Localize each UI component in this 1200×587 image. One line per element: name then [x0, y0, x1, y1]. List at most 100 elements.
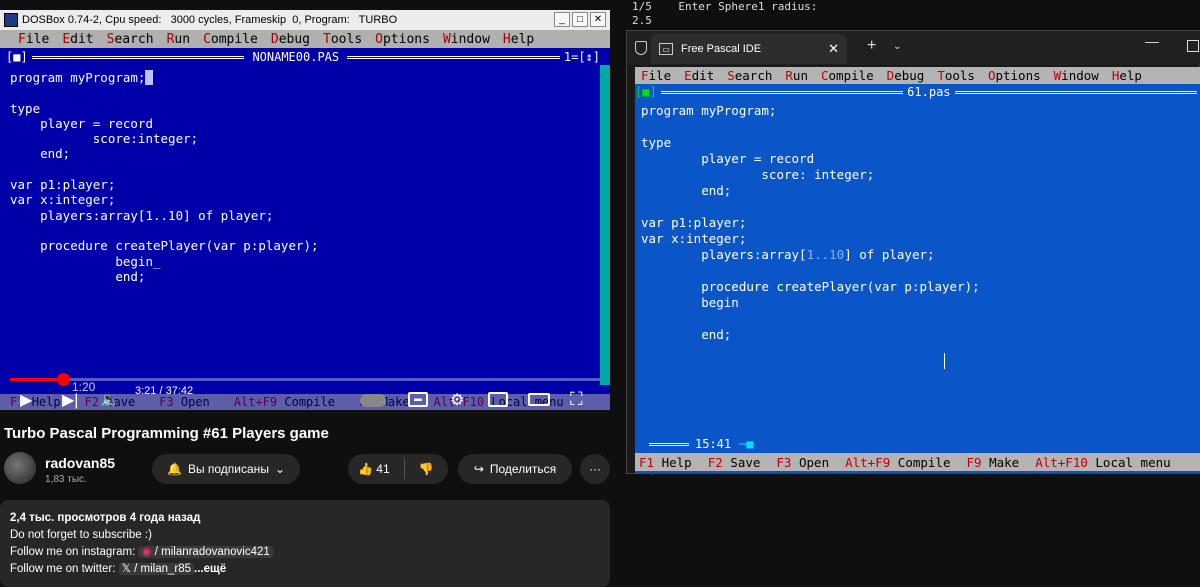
partial-timestamp: 1:20 — [72, 380, 96, 394]
tp-cursor — [145, 70, 153, 85]
close-tab-icon[interactable]: ✕ — [828, 41, 839, 57]
instagram-link[interactable]: ◉ / milanradovanovic421 — [138, 546, 273, 558]
fp-editor-bottom-frame: 15:41 ─■ — [635, 437, 1200, 451]
volume-icon[interactable]: 🔈 — [100, 390, 120, 410]
status-item[interactable]: Alt+F10 Local menu — [1035, 455, 1170, 470]
code-line: score: integer; — [641, 167, 875, 182]
minimize-icon: _ — [554, 12, 570, 27]
fp-menu-options[interactable]: Options — [988, 68, 1041, 83]
tp-menu-options: Options — [375, 31, 430, 47]
subscribed-button[interactable]: 🔔 Вы подписаны ⌄ — [152, 454, 300, 484]
fp-menu-bar: File Edit Search Run Compile Debug Tools… — [635, 67, 1200, 84]
miniplayer-icon[interactable] — [488, 392, 508, 407]
fp-menu-search[interactable]: Search — [727, 68, 772, 83]
twitter-link[interactable]: 𝕏 / milan_r85 — [118, 563, 195, 575]
code-line: begin — [641, 295, 739, 310]
description-line: Follow me on instagram: ◉ / milanradovan… — [10, 544, 600, 561]
turbo-menu-bar: File Edit Search Run Compile Debug Tools… — [0, 30, 610, 48]
cursor-position: 15:41 — [695, 437, 732, 451]
dosbox-titlebar: DOSBox 0.74-2, Cpu speed: 3000 cycles, F… — [0, 10, 610, 30]
description-box[interactable]: 2,4 тыс. просмотров 4 года назад Do not … — [0, 500, 610, 587]
chevron-down-icon[interactable]: ⌄ — [893, 41, 901, 52]
status-item[interactable]: F2 Save — [708, 455, 761, 470]
fp-menu-help[interactable]: Help — [1112, 68, 1142, 83]
text-caret — [944, 353, 945, 369]
share-button[interactable]: ↪ Поделиться — [458, 454, 572, 484]
channel-avatar[interactable] — [4, 452, 36, 484]
code-line: program myProgram; — [10, 70, 146, 85]
status-item[interactable]: Alt+F9 Compile — [845, 455, 950, 470]
code-line: players:array[1..10] of player; — [641, 247, 935, 262]
dislike-button[interactable]: 👎 — [419, 462, 434, 476]
code-line: score:integer; — [10, 131, 199, 147]
like-count: 41 — [376, 462, 390, 476]
tp-scrollbar — [600, 65, 610, 385]
more-actions-button[interactable]: ··· — [580, 454, 610, 484]
code-line: program myProgram; — [641, 103, 777, 118]
settings-gear-icon[interactable]: ⚙ — [450, 390, 464, 410]
tp-menu-help: Help — [502, 31, 535, 47]
fp-close-box[interactable]: [■] — [635, 85, 657, 99]
code-line: procedure createPlayer(var p:player); — [10, 238, 319, 254]
x-icon: 𝕏 — [121, 563, 131, 575]
shield-icon — [635, 41, 647, 55]
status-item[interactable]: F1 Help — [639, 455, 692, 470]
fp-menu-window[interactable]: Window — [1054, 68, 1099, 83]
tp-menu-debug: Debug — [270, 31, 311, 47]
status-item[interactable]: F9 Make — [966, 455, 1019, 470]
tp-editor-frame: [■] NONAME00.PAS 1=[↕] — [6, 50, 600, 64]
channel-name[interactable]: radovan85 — [45, 455, 115, 471]
terminal-icon: ▭ — [659, 43, 673, 55]
fp-menu-run[interactable]: Run — [785, 68, 808, 83]
video-title: Turbo Pascal Programming #61 Players gam… — [4, 425, 329, 442]
chevron-down-icon: ⌄ — [274, 462, 285, 476]
tab-free-pascal-ide[interactable]: ▭ Free Pascal IDE ✕ — [651, 34, 847, 64]
new-tab-button[interactable]: + — [867, 37, 876, 55]
minimize-icon[interactable]: — — [1145, 33, 1159, 49]
instagram-icon: ◉ — [141, 546, 152, 558]
code-line: player = record — [641, 151, 815, 166]
video-player[interactable]: DOSBox 0.74-2, Cpu speed: 3000 cycles, F… — [0, 10, 610, 410]
fp-editor-frame: [■] 61.pas — [635, 85, 1200, 99]
code-line: procedure createPlayer(var p:player); — [641, 279, 980, 294]
code-line: var x:integer; — [641, 231, 747, 246]
scrubber-handle[interactable] — [56, 373, 70, 386]
fp-menu-debug[interactable]: Debug — [887, 68, 925, 83]
tp-code-editor: program myProgram; type player = record … — [10, 70, 600, 284]
fp-code-editor[interactable]: program myProgram; type player = record … — [641, 103, 980, 343]
play-icon[interactable]: ▶ — [20, 390, 32, 410]
subscriber-count: 1,83 тыс. — [45, 474, 87, 485]
time-display: 3:21 / 37:42 — [135, 385, 194, 397]
fp-filename: 61.pas — [907, 85, 951, 99]
progress-bar[interactable] — [10, 373, 600, 386]
fp-ide-screen: File Edit Search Run Compile Debug Tools… — [635, 67, 1200, 473]
share-label: Поделиться — [489, 462, 557, 476]
maximize-icon[interactable] — [1187, 40, 1199, 52]
status-item[interactable]: F3 Open — [776, 455, 829, 470]
subtitles-icon[interactable]: ▬ — [408, 392, 428, 407]
fp-menu-edit[interactable]: Edit — [684, 68, 714, 83]
code-line: var x:integer; — [10, 192, 116, 208]
code-line: end; — [10, 268, 146, 284]
like-button[interactable]: 👍 41 — [358, 462, 390, 476]
terminal-tab-bar: ▭ Free Pascal IDE ✕ + ⌄ — — [627, 31, 1200, 65]
code-line: player = record — [10, 115, 153, 131]
terminal-line-1: 1/5 Enter Sphere1 radius: — [632, 0, 818, 13]
tp-menu-tools: Tools — [323, 31, 363, 47]
tp-menu-search: Search — [106, 31, 154, 47]
code-line: begin_ — [10, 253, 161, 269]
fp-menu-file[interactable]: File — [641, 68, 671, 83]
tp-window-number: 1=[↕] — [563, 50, 601, 64]
autoplay-toggle[interactable] — [360, 394, 386, 407]
code-line: players:array[1..10] of player; — [10, 207, 274, 223]
code-line: var p1:player; — [641, 215, 747, 230]
theater-mode-icon[interactable] — [528, 393, 550, 406]
code-line: end; — [641, 183, 732, 198]
fullscreen-icon[interactable]: ⛶ — [570, 389, 583, 410]
terminal-line-2: 2.5 — [632, 14, 652, 27]
fp-menu-tools[interactable]: Tools — [937, 68, 975, 83]
show-more-link[interactable]: ...ещё — [194, 563, 226, 575]
more-icon: ··· — [589, 462, 601, 476]
fp-menu-compile[interactable]: Compile — [821, 68, 874, 83]
code-line: type — [641, 135, 672, 150]
